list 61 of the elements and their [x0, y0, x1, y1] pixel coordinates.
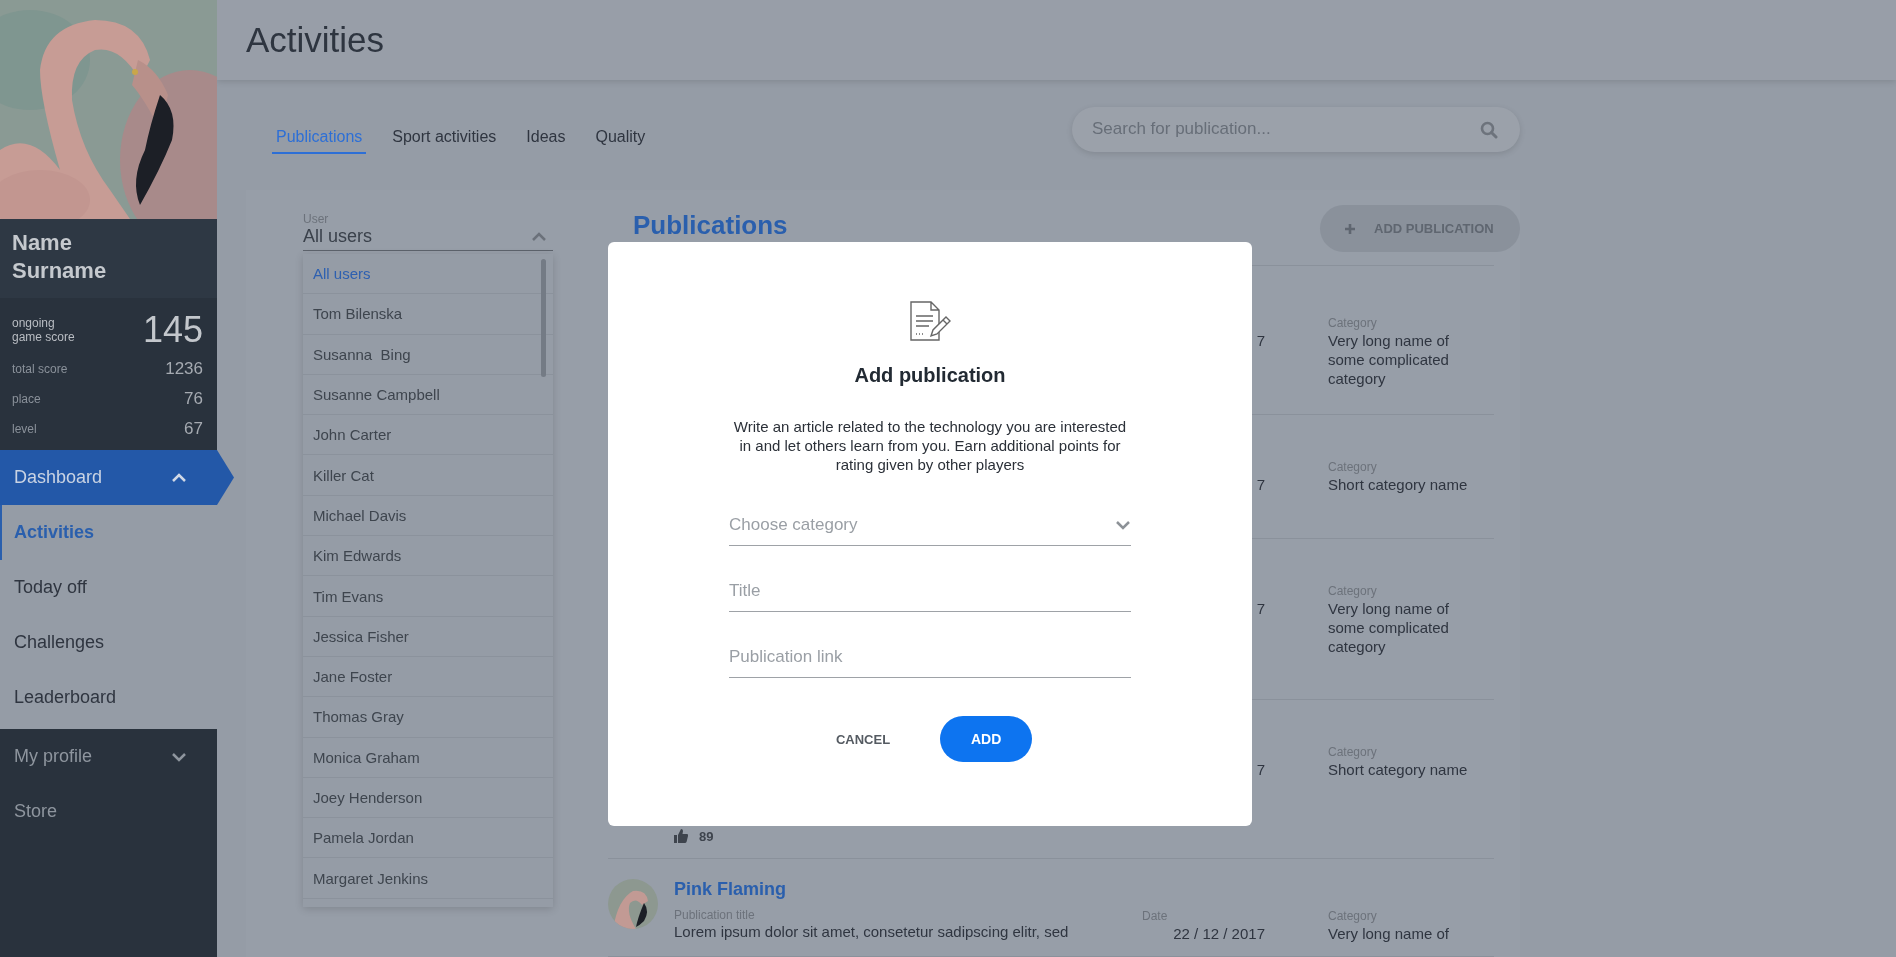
- dropdown-option[interactable]: Kim Edwards: [303, 536, 553, 577]
- add-button[interactable]: ADD: [940, 716, 1033, 762]
- date-text: 7: [1256, 760, 1265, 780]
- stat-value: 145: [142, 309, 203, 351]
- dropdown-option[interactable]: Monica Graham: [303, 737, 553, 778]
- plus-icon: [1344, 222, 1356, 235]
- thumbs-up-icon: [673, 828, 689, 845]
- chevron-icon: [1115, 519, 1131, 530]
- input-field[interactable]: Publication link: [729, 636, 1131, 678]
- nav-section[interactable]: Dashboard: [0, 450, 234, 505]
- document-pencil-icon: [909, 300, 951, 342]
- stat-value: 1236: [165, 359, 203, 379]
- publication-title: Lorem ipsum dolor sit amet, consetetur sadipscing elitr, sed: [674, 923, 1069, 941]
- stat-value: 67: [184, 419, 203, 439]
- dropdown-option[interactable]: Joey Henderson: [303, 777, 553, 819]
- category-select[interactable]: Choose category: [729, 504, 1131, 546]
- nav-item[interactable]: Activities: [0, 505, 217, 560]
- category-text: Very long name of: [1328, 924, 1450, 944]
- dropdown-option[interactable]: Margaret Jenkins: [303, 858, 553, 899]
- select-value: All users: [303, 226, 373, 247]
- date-text: 7: [1256, 475, 1265, 495]
- input-field[interactable]: Title: [729, 570, 1131, 612]
- tab[interactable]: Ideas: [522, 124, 570, 154]
- stat-label: place: [12, 392, 41, 406]
- dialog-title: Add publication: [854, 364, 1006, 387]
- nav-item[interactable]: Leaderboard: [0, 670, 217, 725]
- dropdown-option[interactable]: Susanne Campbell: [303, 374, 553, 416]
- stat-label: ongoing game score: [12, 316, 76, 344]
- scrollbar[interactable]: [541, 259, 546, 377]
- section-title: Publications: [633, 210, 788, 241]
- tab[interactable]: Quality: [591, 124, 650, 154]
- dropdown-option[interactable]: Pamela Jordan: [303, 818, 553, 859]
- search-icon: [1480, 120, 1498, 139]
- date-text: 7: [1256, 330, 1265, 350]
- nav-item[interactable]: Store: [0, 784, 217, 839]
- cancel-button[interactable]: CANCEL: [827, 721, 899, 757]
- nav-section[interactable]: My profile: [0, 729, 217, 784]
- dropdown-option[interactable]: John Carter: [303, 415, 553, 456]
- stat-label: level: [12, 422, 37, 436]
- category-text: Short category name: [1328, 475, 1469, 495]
- nav-item[interactable]: Challenges: [0, 615, 217, 670]
- dropdown-option[interactable]: Michael Davis: [303, 495, 553, 537]
- author-link[interactable]: Pink Flaming: [674, 879, 1069, 901]
- dropdown-option[interactable]: Thomas Gray: [303, 697, 553, 738]
- category-text: Short category name: [1328, 760, 1469, 780]
- category-text: Very long name of some complicated category: [1328, 330, 1450, 388]
- date-text: 7: [1256, 599, 1265, 619]
- stat-value: 76: [184, 389, 203, 409]
- dropdown-option[interactable]: Jane Foster: [303, 656, 553, 698]
- likes-count: 89: [699, 828, 714, 844]
- dropdown-option[interactable]: Killer Cat: [303, 455, 553, 496]
- category-text: Very long name of some complicated category: [1328, 599, 1450, 657]
- date-text: 22 / 12 / 2017: [1173, 924, 1265, 944]
- user-name: Name Surname: [12, 229, 108, 285]
- page-title: Activities: [246, 20, 385, 60]
- dropdown-option[interactable]: Jessica Fisher: [303, 616, 553, 657]
- dropdown-option[interactable]: Tim Evans: [303, 576, 553, 617]
- dialog-description: Write an article related to the technology you are interested in and let others learn from you. Earn additional points for rating given by other players: [732, 417, 1128, 474]
- tab[interactable]: Sport activities: [388, 124, 501, 154]
- nav-item[interactable]: Today off: [0, 560, 217, 615]
- stat-label: total score: [12, 362, 68, 376]
